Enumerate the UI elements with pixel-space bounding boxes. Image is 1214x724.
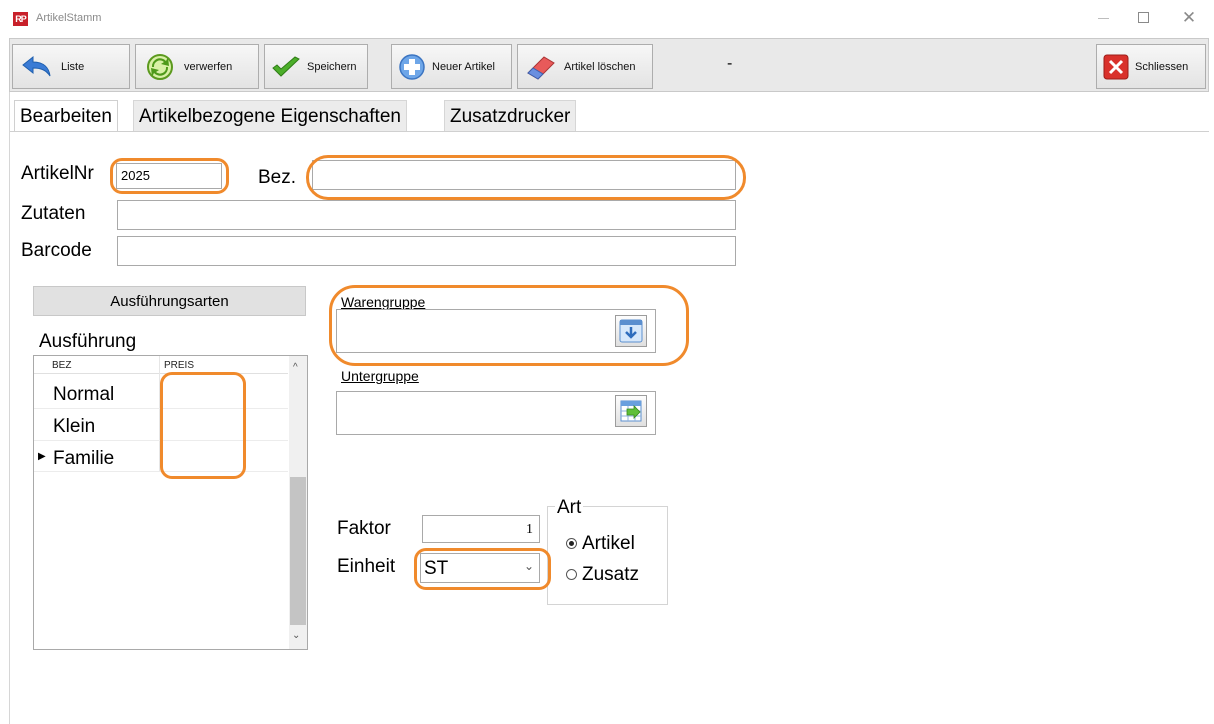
grid-row-divider (34, 408, 288, 409)
schliessen-label: Schliessen (1135, 60, 1189, 73)
chevron-down-icon[interactable]: ⌄ (524, 559, 534, 573)
einheit-label: Einheit (337, 556, 396, 577)
refresh-icon (147, 53, 173, 80)
artikelnr-input[interactable]: 2025 (116, 163, 222, 189)
arrow-down-icon (619, 319, 643, 343)
close-x-icon (1103, 54, 1129, 79)
arrow-back-icon (22, 55, 51, 76)
grid-row-klein-bez[interactable]: Klein (53, 416, 95, 438)
verwerfen-button[interactable]: verwerfen (135, 44, 259, 89)
tab-zusatzdrucker[interactable]: Zusatzdrucker (444, 100, 577, 132)
tab-artikelbezogene-eigenschaften[interactable]: Artikelbezogene Eigenschaften (133, 100, 407, 132)
scroll-up-icon[interactable]: ^ (293, 362, 298, 373)
liste-button[interactable]: Liste (12, 44, 130, 89)
ausfuehrung-group-label: Ausführung (39, 331, 137, 352)
art-artikel-radio[interactable] (566, 538, 577, 549)
neuer-artikel-label: Neuer Artikel (432, 60, 495, 73)
scroll-down-icon[interactable]: ⌄ (292, 630, 300, 641)
speichern-label: Speichern (307, 60, 357, 73)
liste-label: Liste (61, 60, 85, 73)
grid-header-divider (34, 373, 288, 374)
eraser-icon (527, 55, 555, 80)
zutaten-label: Zutaten (21, 203, 86, 224)
bez-input[interactable] (312, 160, 736, 190)
bez-label: Bez. (258, 167, 297, 188)
grid-scrollbar-thumb[interactable] (290, 477, 306, 625)
untergruppe-field[interactable] (336, 391, 656, 435)
current-row-marker-icon: ▶ (38, 451, 46, 462)
window-close-icon[interactable]: ✕ (1178, 7, 1200, 29)
zutaten-input[interactable] (117, 200, 736, 230)
grid-header-preis[interactable]: PREIS (164, 360, 194, 371)
ausfuehrungsarten-button[interactable]: Ausführungsarten (33, 286, 306, 316)
window-title: ArtikelStamm (36, 12, 102, 24)
toolbar-status: - (727, 55, 733, 72)
grid-row-normal-bez[interactable]: Normal (53, 384, 114, 406)
untergruppe-label: Untergruppe (341, 368, 419, 384)
faktor-label: Faktor (337, 518, 391, 539)
minimize-icon[interactable] (1094, 9, 1114, 27)
plus-icon (399, 53, 425, 80)
artikelnr-label: ArtikelNr (21, 163, 94, 184)
warengruppe-field[interactable] (336, 309, 656, 353)
grid-row-divider (34, 440, 288, 441)
speichern-button[interactable]: Speichern (264, 44, 368, 89)
grid-row-familie-bez[interactable]: Familie (53, 448, 114, 470)
untergruppe-select-button[interactable] (615, 395, 647, 427)
art-zusatz-label[interactable]: Zusatz (582, 564, 639, 586)
einheit-value: ST (424, 558, 449, 579)
tab-bearbeiten[interactable]: Bearbeiten (14, 100, 118, 132)
tab-divider (9, 131, 1209, 132)
table-select-icon (620, 400, 642, 422)
barcode-label: Barcode (21, 240, 92, 261)
barcode-input[interactable] (117, 236, 736, 266)
verwerfen-label: verwerfen (184, 60, 233, 73)
grid-col-divider (159, 356, 160, 472)
grid-row-divider (34, 471, 288, 472)
window-border (9, 92, 10, 724)
maximize-icon[interactable] (1134, 9, 1154, 27)
art-zusatz-radio[interactable] (566, 569, 577, 580)
artikel-loeschen-button[interactable]: Artikel löschen (517, 44, 653, 89)
warengruppe-dropdown-button[interactable] (615, 315, 647, 347)
art-label: Art (555, 497, 584, 519)
art-group (547, 506, 668, 605)
neuer-artikel-button[interactable]: Neuer Artikel (391, 44, 512, 89)
faktor-input[interactable]: 1 (422, 515, 540, 543)
warengruppe-label: Warengruppe (341, 294, 426, 310)
art-artikel-label[interactable]: Artikel (582, 533, 635, 555)
app-logo-icon: RP (13, 12, 28, 26)
grid-header-bez[interactable]: BEZ (52, 360, 71, 371)
artikel-loeschen-label: Artikel löschen (564, 60, 636, 73)
title-bar (0, 0, 1214, 36)
checkmark-icon (272, 55, 300, 77)
schliessen-button[interactable]: Schliessen (1096, 44, 1206, 89)
